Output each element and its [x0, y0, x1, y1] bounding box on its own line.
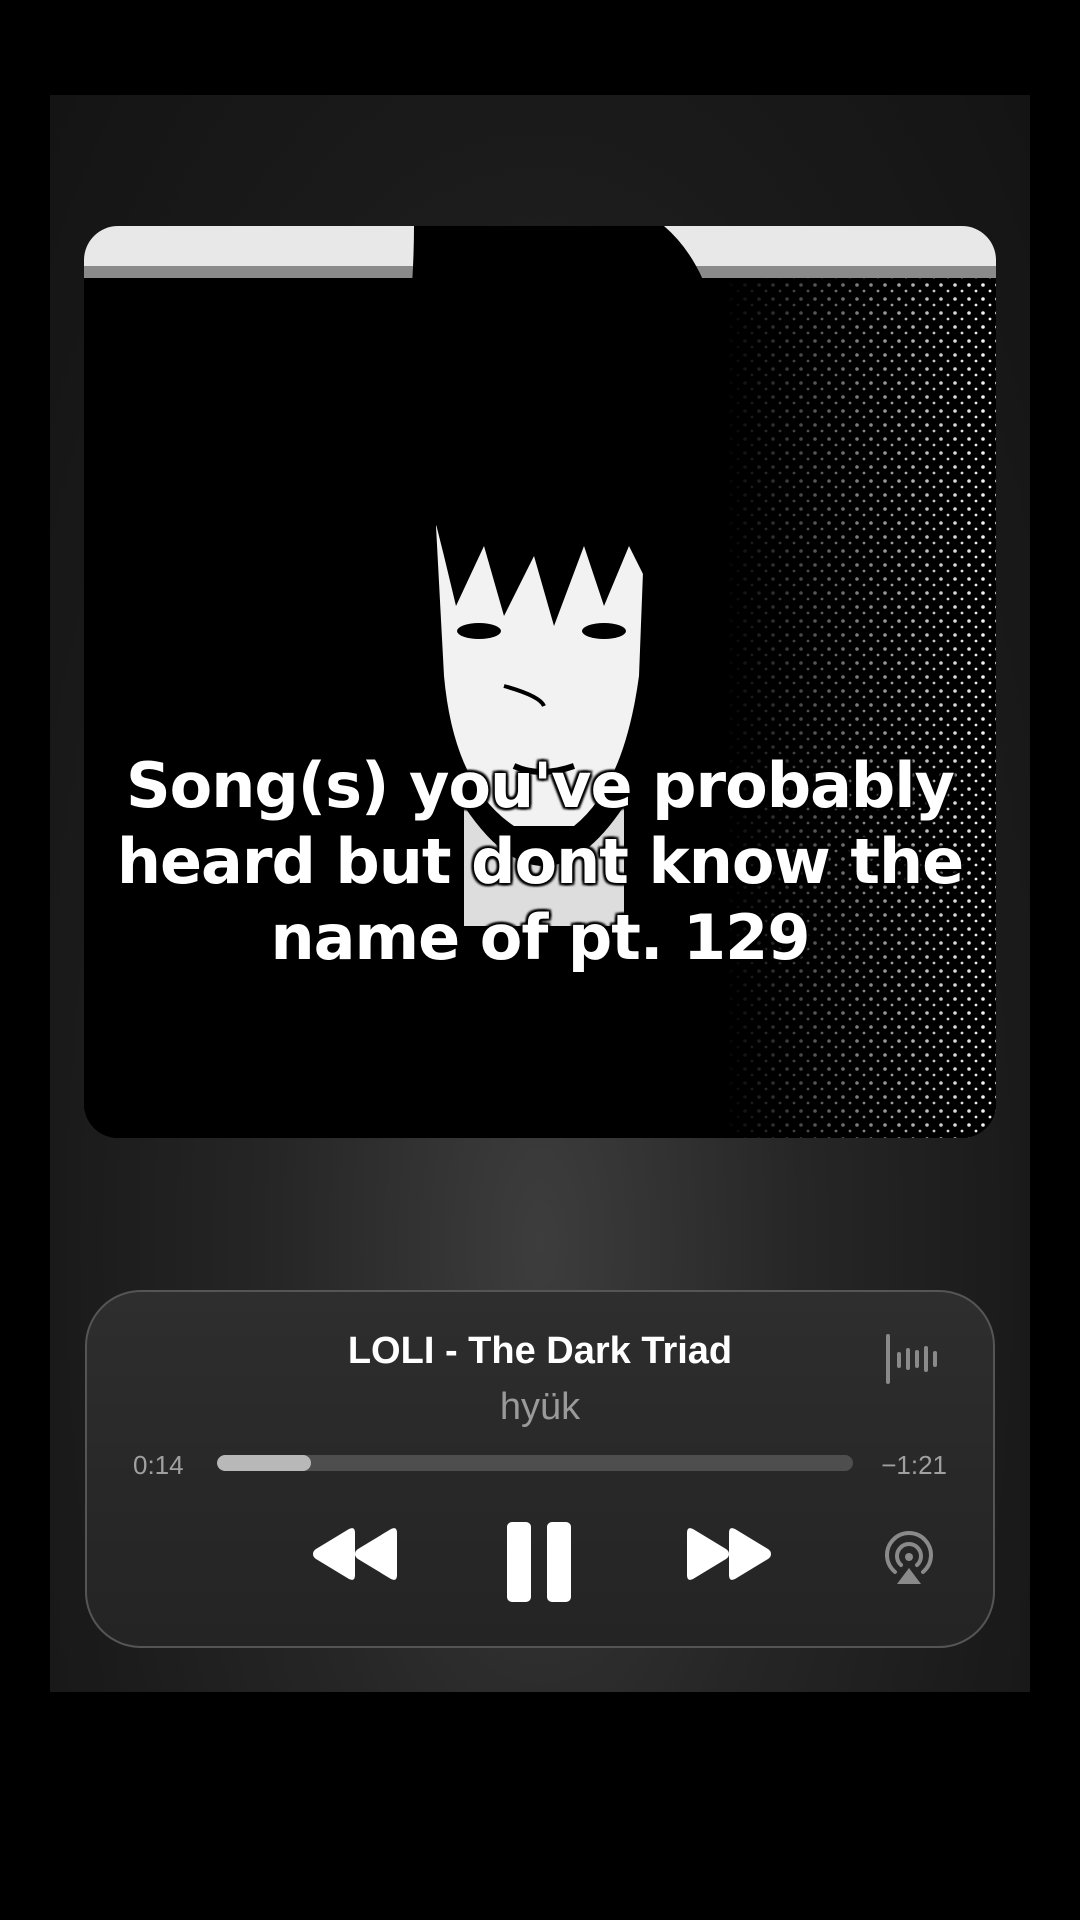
fast-forward-icon — [687, 1528, 771, 1580]
rewind-button[interactable] — [309, 1524, 401, 1584]
track-title[interactable]: LOLI - The Dark Triad — [87, 1330, 993, 1373]
track-artist[interactable]: hyük — [87, 1386, 993, 1429]
time-remaining: −1:21 — [881, 1450, 947, 1480]
now-playing-widget: LOLI - The Dark Triad hyük 0:14 −1:21 — [85, 1290, 995, 1648]
progress-scrubber[interactable] — [217, 1455, 853, 1471]
fast-forward-button[interactable] — [683, 1524, 775, 1584]
pause-icon — [507, 1522, 571, 1602]
airplay-icon — [885, 1531, 933, 1574]
progress-fill — [217, 1455, 312, 1471]
video-caption-overlay: Song(s) you've probably heard but dont k… — [116, 749, 964, 974]
pause-button[interactable] — [505, 1520, 573, 1604]
rewind-icon — [313, 1528, 397, 1580]
waveform-icon[interactable] — [884, 1332, 938, 1386]
album-artwork-illustration — [84, 226, 996, 1138]
album-artwork — [84, 226, 996, 1138]
time-elapsed: 0:14 — [133, 1450, 184, 1480]
airplay-button[interactable] — [881, 1530, 937, 1586]
